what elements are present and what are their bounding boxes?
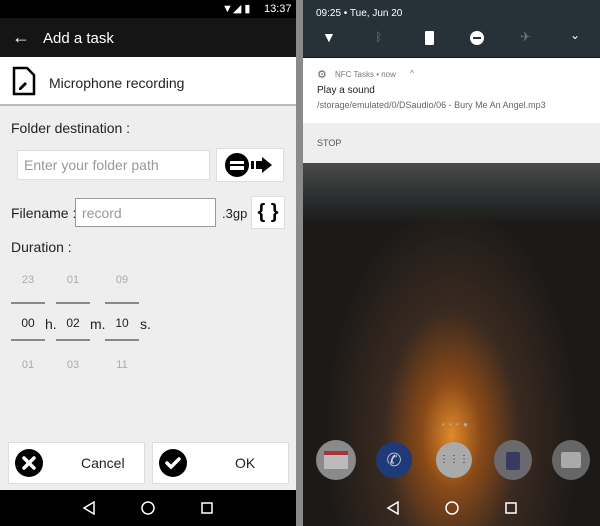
picker-value[interactable]: 02 [56,316,90,330]
expand-chevron-icon[interactable]: ⌄ [570,28,580,42]
close-circle-icon [15,449,43,477]
navigation-bar [303,490,600,526]
picker-next[interactable]: 03 [56,359,90,371]
screen-divider [296,0,303,526]
cancel-button[interactable]: Cancel [8,442,145,484]
check-circle-icon [159,449,187,477]
cancel-label: Cancel [81,455,125,471]
gmail-icon[interactable] [316,440,356,480]
picker-prev[interactable]: 01 [56,274,90,286]
notification-title: Play a sound [317,85,375,96]
camera-icon[interactable] [552,440,590,480]
browse-folder-button[interactable] [216,148,284,182]
task-type-row[interactable]: Microphone recording [0,57,296,106]
battery-icon[interactable] [425,31,434,45]
wallpaper-sky [303,163,600,223]
quick-settings: 09:25 • Tue, Jun 20 ▼ ᛒ ✈ ⌄ [303,0,600,57]
recents-icon[interactable] [200,501,214,515]
phone-icon[interactable]: ✆ [376,442,412,478]
collapse-chevron-icon[interactable]: ^ [410,69,414,78]
status-bar: ▼◢ ▮ 13:37 [0,0,296,18]
wifi-icon[interactable]: ▼ [322,29,336,45]
back-arrow-icon[interactable]: ← [12,27,30,48]
hours-picker[interactable]: 23 00 01 [11,274,45,371]
task-name: Microphone recording [49,75,185,91]
document-edit-icon [12,66,36,96]
stop-button[interactable]: STOP [317,138,341,148]
divider [56,302,90,304]
bluetooth-off-icon[interactable]: ᛒ [375,30,382,44]
picker-value[interactable]: 00 [11,316,45,330]
home-icon[interactable] [444,501,459,515]
gear-icon: ⚙ [317,69,327,81]
notification-actions: STOP [303,123,600,163]
add-task-screen: ▼◢ ▮ 13:37 ← Add a task Microphone recor… [0,0,296,526]
lock-app-icon[interactable] [494,440,532,480]
notification-shade-screen: 09:25 • Tue, Jun 20 ▼ ᛒ ✈ ⌄ ⚙ NFC Tasks … [303,0,600,526]
recents-icon[interactable] [504,501,518,515]
duration-label: Duration : [11,239,72,255]
seconds-picker[interactable]: 09 10 11 [105,274,139,371]
picker-value[interactable]: 10 [105,316,139,330]
back-icon[interactable] [82,501,96,515]
divider [105,339,139,341]
seconds-unit: s. [140,316,151,332]
file-extension: .3gp [222,206,248,221]
minutes-picker[interactable]: 01 02 03 [56,274,90,371]
notification-app: NFC Tasks • now [335,70,396,79]
braces-icon: { } [257,201,279,223]
picker-prev[interactable]: 09 [105,274,139,286]
picker-prev[interactable]: 23 [11,274,45,286]
divider [11,302,45,304]
home-icon[interactable] [141,501,155,515]
notification-card[interactable]: ⚙ NFC Tasks • now ^ Play a sound /storag… [303,58,600,123]
do-not-disturb-icon[interactable] [470,31,484,45]
toolbar: ← Add a task [0,18,296,57]
apps-drawer-icon[interactable]: ⋮⋮⋮ [436,442,472,478]
notification-text: /storage/emulated/0/DSaudio/06 - Bury Me… [317,100,546,110]
divider [105,302,139,304]
navigation-bar [0,490,296,526]
divider [11,339,45,341]
page-indicator: • • • ● [442,420,469,429]
ok-label: OK [235,455,256,471]
picker-next[interactable]: 11 [105,359,139,371]
divider [56,339,90,341]
picker-next[interactable]: 01 [11,359,45,371]
filename-input[interactable]: record [75,198,216,227]
folder-arrow-icon [225,153,272,177]
folder-path-input[interactable]: Enter your folder path [17,150,210,180]
page-title: Add a task [43,30,114,47]
date-time: 09:25 • Tue, Jun 20 [316,8,403,19]
wifi-signal-battery-icons: ▼◢ ▮ [222,3,251,15]
folder-label: Folder destination : [11,120,131,136]
status-time: 13:37 [264,3,292,15]
back-icon[interactable] [386,501,400,515]
airplane-mode-icon[interactable]: ✈ [520,29,531,45]
hours-unit: h. [45,316,57,332]
minutes-unit: m. [90,316,106,332]
variables-button[interactable]: { } [251,196,285,229]
filename-label: Filename : [11,205,77,221]
ok-button[interactable]: OK [152,442,289,484]
